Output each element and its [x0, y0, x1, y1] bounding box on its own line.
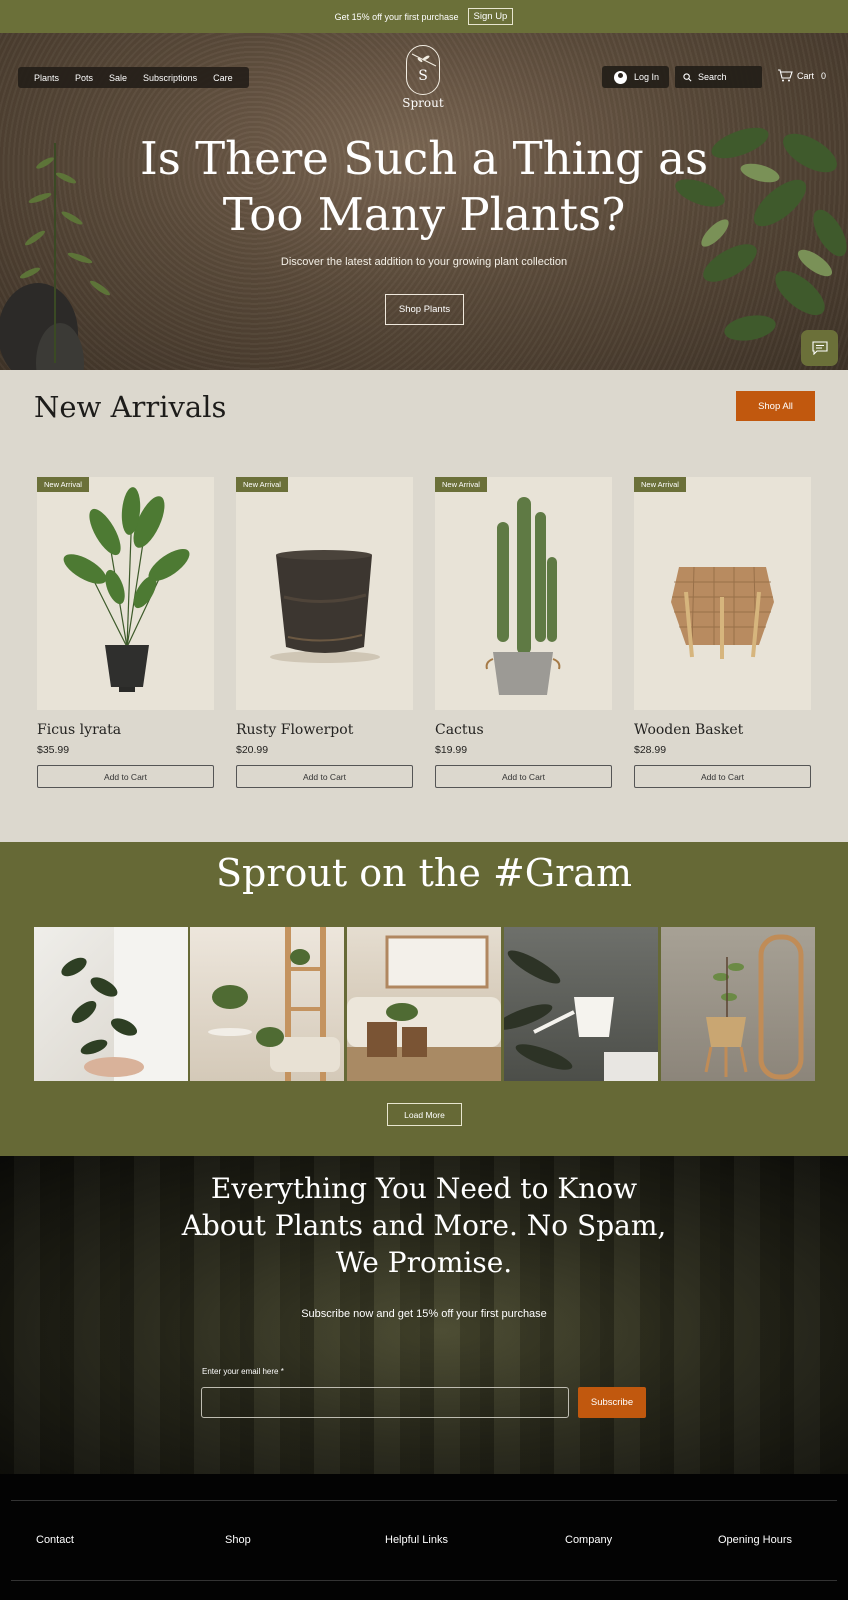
- newsletter-heading-line3: We Promise.: [335, 1246, 513, 1279]
- hero-title-line2: Too Many Plants?: [222, 188, 626, 241]
- newsletter-subtitle: Subscribe now and get 15% off your first…: [301, 1308, 547, 1320]
- product-price: $28.99: [634, 744, 667, 756]
- email-field-label: Enter your email here *: [202, 1367, 284, 1376]
- add-to-cart-button[interactable]: Add to Cart: [236, 765, 413, 788]
- mirror-plant-icon: [704, 934, 804, 1080]
- shop-all-button[interactable]: Shop All: [736, 391, 815, 421]
- brand-name: Sprout: [402, 96, 444, 110]
- promo-text: Get 15% off your first purchase: [334, 11, 459, 22]
- shelf-room-icon: [208, 927, 340, 1081]
- logo-letter: S: [418, 68, 428, 84]
- gram-image-4[interactable]: [504, 927, 658, 1081]
- living-room-icon: [347, 935, 501, 1081]
- cart-icon: [778, 69, 793, 82]
- signup-button[interactable]: Sign Up: [467, 8, 514, 25]
- gram-section: Sprout on the #Gram Load More: [0, 842, 848, 1156]
- search-input[interactable]: Search: [675, 66, 762, 88]
- footer-contact[interactable]: Contact: [36, 1534, 74, 1546]
- product-price: $20.99: [236, 744, 269, 756]
- email-field[interactable]: [201, 1387, 569, 1418]
- nav-item-pots[interactable]: Pots: [67, 73, 101, 83]
- newsletter-heading-line1: Everything You Need to Know: [210, 1172, 638, 1205]
- gram-image-2[interactable]: [190, 927, 344, 1081]
- cart-count: 0: [821, 70, 827, 81]
- gram-image-3[interactable]: [347, 927, 501, 1081]
- logo-mark: S: [406, 45, 440, 95]
- login-button[interactable]: Log In: [602, 66, 669, 88]
- footer-divider: [11, 1500, 837, 1501]
- new-arrival-badge: New Arrival: [236, 477, 288, 492]
- nav-item-subscriptions[interactable]: Subscriptions: [135, 73, 205, 83]
- product-price: $35.99: [37, 744, 70, 756]
- shop-plants-button[interactable]: Shop Plants: [385, 294, 464, 325]
- flowerpot-icon: [270, 550, 380, 663]
- newsletter-heading-line2: About Plants and More. No Spam,: [181, 1209, 667, 1242]
- footer-shop[interactable]: Shop: [225, 1534, 251, 1546]
- product-card[interactable]: New Arrival Cactus $19.99 Add to Cart: [435, 477, 612, 788]
- footer: Contact Shop Helpful Links Company Openi…: [0, 1474, 848, 1600]
- add-to-cart-button[interactable]: Add to Cart: [435, 765, 612, 788]
- newsletter-heading: Everything You Need to Know About Plants…: [0, 1170, 848, 1281]
- new-arrival-badge: New Arrival: [37, 477, 89, 492]
- chat-icon: [811, 341, 828, 355]
- plant-in-hands-icon: [61, 927, 188, 1081]
- new-arrival-badge: New Arrival: [435, 477, 487, 492]
- cart-label: Cart: [797, 70, 815, 81]
- sprig-icon: [411, 53, 437, 67]
- new-arrivals-section: New Arrivals Shop All New Arrival Ficus …: [0, 370, 848, 842]
- search-placeholder: Search: [698, 72, 727, 82]
- new-arrival-badge: New Arrival: [634, 477, 686, 492]
- user-avatar-icon: [614, 70, 627, 84]
- chat-button[interactable]: [801, 330, 838, 366]
- new-arrivals-heading: New Arrivals: [34, 390, 227, 424]
- product-name[interactable]: Cactus: [435, 722, 612, 738]
- promo-bar: Get 15% off your first purchase Sign Up: [0, 0, 848, 33]
- nav-item-plants[interactable]: Plants: [26, 73, 67, 83]
- search-icon: [683, 72, 692, 81]
- gram-image-5[interactable]: [661, 927, 815, 1081]
- hero-subtitle: Discover the latest addition to your gro…: [280, 256, 568, 268]
- gram-heading: Sprout on the #Gram: [215, 851, 632, 895]
- subscribe-button[interactable]: Subscribe: [578, 1387, 646, 1418]
- gram-image-1[interactable]: [34, 927, 188, 1081]
- main-nav: Plants Pots Sale Subscriptions Care: [18, 67, 249, 88]
- ficus-plant-icon: [63, 487, 190, 692]
- newsletter-section: Everything You Need to Know About Plants…: [0, 1156, 848, 1474]
- product-card[interactable]: New Arrival Ficus lyrata $35.99 Add to C…: [37, 477, 214, 788]
- nav-item-care[interactable]: Care: [205, 73, 241, 83]
- footer-divider: [11, 1580, 837, 1581]
- brand-logo[interactable]: S Sprout: [395, 45, 451, 110]
- watering-can-icon: [504, 950, 658, 1081]
- product-card[interactable]: New Arrival Wooden Basket $28.99 Add to …: [634, 477, 811, 788]
- add-to-cart-button[interactable]: Add to Cart: [634, 765, 811, 788]
- hero-title-line1: Is There Such a Thing as: [139, 132, 709, 185]
- product-image-cactus[interactable]: New Arrival: [435, 477, 612, 710]
- basket-icon: [671, 566, 774, 659]
- hero-title: Is There Such a Thing as Too Many Plants…: [0, 131, 848, 243]
- footer-helpful-links[interactable]: Helpful Links: [385, 1534, 448, 1546]
- product-image-ficus[interactable]: New Arrival: [37, 477, 214, 710]
- load-more-button[interactable]: Load More: [387, 1103, 462, 1126]
- nav-item-sale[interactable]: Sale: [101, 73, 135, 83]
- product-image-basket[interactable]: New Arrival: [634, 477, 811, 710]
- footer-company[interactable]: Company: [565, 1534, 612, 1546]
- cactus-icon: [485, 497, 561, 695]
- product-image-flowerpot[interactable]: New Arrival: [236, 477, 413, 710]
- product-name[interactable]: Ficus lyrata: [37, 722, 214, 738]
- footer-opening-hours[interactable]: Opening Hours: [718, 1534, 792, 1546]
- hero-section: Plants Pots Sale Subscriptions Care S Sp…: [0, 33, 848, 370]
- cart-button[interactable]: Cart 0: [777, 69, 826, 82]
- product-name[interactable]: Wooden Basket: [634, 722, 811, 738]
- product-card[interactable]: New Arrival Rusty Flowerpot $20.99 Add t…: [236, 477, 413, 788]
- add-to-cart-button[interactable]: Add to Cart: [37, 765, 214, 788]
- product-price: $19.99: [435, 744, 468, 756]
- product-name[interactable]: Rusty Flowerpot: [236, 722, 413, 738]
- login-label: Log In: [634, 72, 660, 82]
